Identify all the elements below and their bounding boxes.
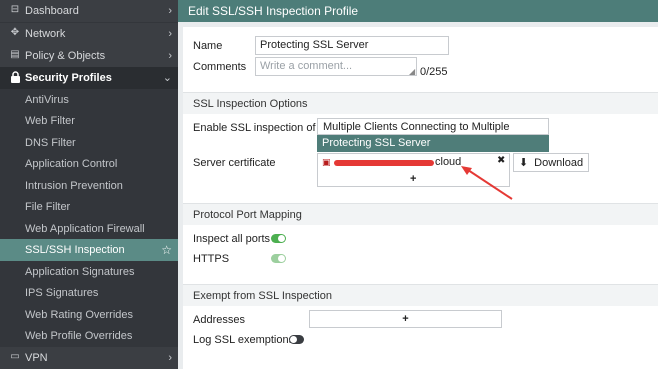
edit-profile-form: Name Protecting SSL Server Comments Writ… <box>183 27 658 369</box>
sidebar-item-label: Web Filter <box>25 114 75 127</box>
sidebar-item-label: Web Profile Overrides <box>25 329 133 342</box>
name-label: Name <box>193 40 223 52</box>
https-label: HTTPS <box>193 253 230 265</box>
sidebar-item-dashboard[interactable]: ⊟ Dashboard › <box>0 0 178 22</box>
chevron-right-icon: › <box>168 27 172 40</box>
download-label: Download <box>534 156 584 169</box>
page-title: Edit SSL/SSH Inspection Profile <box>178 0 658 22</box>
sidebar-item-dns-filter[interactable]: DNS Filter <box>0 132 178 154</box>
sidebar-item-label: Application Signatures <box>25 265 135 278</box>
option-protecting-ssl-server[interactable]: Protecting SSL Server <box>317 135 549 152</box>
sidebar-item-label: AntiVirus <box>25 93 69 106</box>
inspect-all-ports-label: Inspect all ports <box>193 233 271 245</box>
certificate-icon: ▣ <box>322 157 331 167</box>
sidebar-item-policy-objects[interactable]: ▤ Policy & Objects › <box>0 45 178 67</box>
sidebar-item-application-control[interactable]: Application Control <box>0 153 178 175</box>
policy-icon: ▤ <box>10 49 20 60</box>
chevron-right-icon: › <box>168 49 172 62</box>
sidebar-item-label: Network <box>25 27 66 40</box>
log-ssl-exemptions-label: Log SSL exemptions <box>193 334 295 346</box>
name-input[interactable]: Protecting SSL Server <box>255 36 449 55</box>
sidebar-item-web-filter[interactable]: Web Filter <box>0 110 178 132</box>
sidebar-item-web-profile-overrides[interactable]: Web Profile Overrides <box>0 325 178 347</box>
star-icon[interactable]: ☆ <box>161 243 172 257</box>
sidebar-item-label: Web Rating Overrides <box>25 308 134 321</box>
sidebar-item-antivirus[interactable]: AntiVirus <box>0 89 178 111</box>
sidebar-item-ips-signatures[interactable]: IPS Signatures <box>0 282 178 304</box>
sidebar-item-label: Intrusion Prevention <box>25 179 123 192</box>
inspect-all-ports-toggle[interactable] <box>271 234 286 243</box>
log-ssl-exemptions-toggle[interactable] <box>289 335 304 344</box>
add-addresses-field[interactable]: + <box>309 310 502 328</box>
sidebar-item-label: Security Profiles <box>25 71 112 84</box>
sidebar-item-label: File Filter <box>25 200 71 213</box>
option-multiple-clients[interactable]: Multiple Clients Connecting to Multiple … <box>317 118 549 147</box>
comments-counter: 0/255 <box>420 66 448 78</box>
server-certificate-label: Server certificate <box>193 157 276 169</box>
sidebar-item-web-rating-overrides[interactable]: Web Rating Overrides <box>0 304 178 326</box>
sidebar-item-network[interactable]: ✥ Network › <box>0 23 178 45</box>
enable-ssl-inspection-label: Enable SSL inspection of <box>193 122 316 134</box>
sidebar-item-label: Policy & Objects <box>25 49 106 62</box>
dashboard-icon: ⊟ <box>10 4 20 15</box>
protocol-port-mapping-header: Protocol Port Mapping <box>183 203 658 225</box>
comments-label: Comments <box>193 61 247 73</box>
redacted-certificate-name <box>334 160 434 166</box>
sidebar-item-web-application-firewall[interactable]: Web Application Firewall <box>0 218 178 240</box>
exempt-ssl-inspection-header: Exempt from SSL Inspection <box>183 284 658 306</box>
vpn-icon: ▭ <box>10 351 20 362</box>
sidebar-item-label: Web Application Firewall <box>25 222 145 235</box>
sidebar-item-vpn[interactable]: ▭ VPN › <box>0 347 178 369</box>
sidebar-item-security-profiles[interactable]: Security Profiles ⌄ <box>0 67 178 89</box>
sidebar-item-label: DNS Filter <box>25 136 76 149</box>
sidebar-item-label: Dashboard <box>25 4 79 17</box>
lock-icon <box>9 71 21 83</box>
download-button[interactable]: ⬇ Download <box>513 153 589 172</box>
comments-textarea[interactable]: Write a comment... <box>255 57 417 76</box>
sidebar-item-file-filter[interactable]: File Filter <box>0 196 178 218</box>
chevron-down-icon: ⌄ <box>162 72 172 85</box>
download-icon: ⬇ <box>518 157 529 169</box>
sidebar: ⊟ Dashboard › ✥ Network › ▤ Policy & Obj… <box>0 0 178 369</box>
sidebar-item-label: IPS Signatures <box>25 286 99 299</box>
https-toggle[interactable] <box>271 254 286 263</box>
chevron-right-icon: › <box>168 4 172 17</box>
chevron-right-icon: › <box>168 351 172 364</box>
addresses-label: Addresses <box>193 314 245 326</box>
annotation-arrow <box>461 166 513 200</box>
add-certificate-icon[interactable]: + <box>410 173 416 185</box>
sidebar-item-label: Application Control <box>25 157 118 170</box>
sidebar-item-ssl-ssh-inspection[interactable]: SSL/SSH Inspection ☆ <box>0 239 178 261</box>
resize-handle-icon[interactable]: ◢ <box>409 67 415 76</box>
ssl-inspection-options-header: SSL Inspection Options <box>183 92 658 114</box>
network-icon: ✥ <box>10 27 20 38</box>
sidebar-item-application-signatures[interactable]: Application Signatures <box>0 261 178 283</box>
sidebar-item-intrusion-prevention[interactable]: Intrusion Prevention <box>0 175 178 197</box>
sidebar-item-label: VPN <box>25 351 48 364</box>
sidebar-item-label: SSL/SSH Inspection <box>25 243 125 256</box>
